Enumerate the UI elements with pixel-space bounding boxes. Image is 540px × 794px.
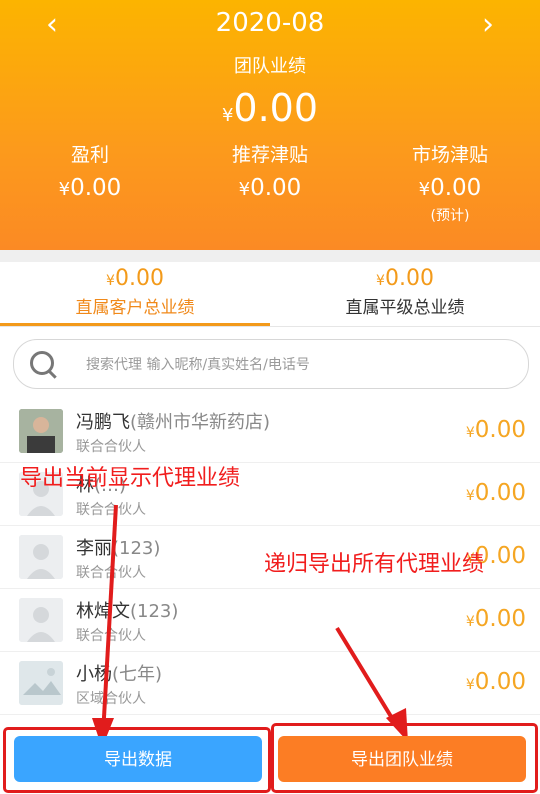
currency-symbol: ¥ <box>465 488 475 504</box>
highlight-box-export-data <box>3 727 271 793</box>
stat-label: 推荐津贴 <box>231 144 308 166</box>
stat-amount: 0.00 <box>250 175 302 201</box>
agent-name: 林焯文(123) <box>76 597 178 623</box>
avatar-photo-icon <box>19 409 63 453</box>
agent-name: 小杨(七年) <box>76 660 162 686</box>
list-item[interactable]: 冯鹏飞(赣州市华新药店) 联合合伙人 ¥0.00 <box>0 400 540 463</box>
annotation-export-recursive: 递归导出所有代理业绩 <box>264 552 485 577</box>
stat-amount: 0.00 <box>430 175 482 201</box>
tab-amount: 0.00 <box>384 266 434 291</box>
currency-symbol: ¥ <box>376 273 385 289</box>
agent-nickname: 小杨 <box>76 664 112 685</box>
search-input[interactable] <box>84 352 508 378</box>
agent-name: 李丽(123) <box>76 534 160 560</box>
default-avatar-icon <box>19 535 63 579</box>
highlight-box-export-team <box>271 723 538 793</box>
team-performance-value: ¥0.00 <box>0 86 540 130</box>
stat-value: ¥0.00 <box>0 175 180 201</box>
avatar <box>19 598 63 642</box>
list-item[interactable]: 小杨(七年) 区域合伙人 ¥0.00 <box>0 652 540 715</box>
landscape-avatar-icon <box>19 661 63 705</box>
agent-role: 联合合伙人 <box>76 565 146 581</box>
stat-label: 盈利 <box>70 144 109 166</box>
agent-amount: ¥0.00 <box>466 417 526 443</box>
search-icon <box>30 351 54 375</box>
agent-realname: (赣州市华新药店) <box>130 412 271 433</box>
agent-name: 冯鹏飞(赣州市华新药店) <box>76 408 270 434</box>
stat-amount: 0.00 <box>70 175 122 201</box>
section-divider <box>0 250 540 262</box>
avatar <box>19 535 63 579</box>
stat-referral-allowance: 推荐津贴 ¥0.00 <box>180 140 360 201</box>
agent-role: 联合合伙人 <box>76 439 146 455</box>
agent-nickname: 李丽 <box>76 538 112 559</box>
search-bar[interactable] <box>13 339 529 389</box>
active-tab-indicator <box>0 323 270 326</box>
agent-nickname: 林焯文 <box>76 601 130 622</box>
avatar <box>19 661 63 705</box>
agent-amount: ¥0.00 <box>466 480 526 506</box>
agent-amount: ¥0.00 <box>466 669 526 695</box>
stat-market-allowance: 市场津贴 ¥0.00 (预计) <box>360 140 540 225</box>
currency-symbol: ¥ <box>465 677 475 693</box>
agent-role: 联合合伙人 <box>76 502 146 518</box>
performance-tabs: ¥0.00 直属客户总业绩 ¥0.00 直属平级总业绩 <box>0 262 540 327</box>
tab-value: ¥0.00 <box>0 266 270 291</box>
team-performance-label: 团队业绩 <box>234 56 306 77</box>
avatar <box>19 409 63 453</box>
stat-note: (预计) <box>430 208 470 224</box>
tab-direct-customers[interactable]: ¥0.00 直属客户总业绩 <box>0 262 270 326</box>
amount-value: 0.00 <box>474 480 526 506</box>
currency-symbol: ¥ <box>418 179 431 200</box>
currency-symbol: ¥ <box>238 179 251 200</box>
default-avatar-icon <box>19 598 63 642</box>
currency-symbol: ¥ <box>465 614 475 630</box>
tab-value: ¥0.00 <box>270 266 540 291</box>
tab-label: 直属客户总业绩 <box>75 298 195 318</box>
stat-label: 市场津贴 <box>411 144 488 166</box>
agent-role: 区域合伙人 <box>76 691 146 707</box>
team-value-amount: 0.00 <box>233 86 319 130</box>
currency-symbol: ¥ <box>465 425 475 441</box>
tab-label: 直属平级总业绩 <box>345 298 465 318</box>
currency-symbol: ¥ <box>58 179 71 200</box>
tab-direct-peers[interactable]: ¥0.00 直属平级总业绩 <box>270 262 540 326</box>
stat-profit: 盈利 ¥0.00 <box>0 140 180 201</box>
summary-header: ‹ › 2020-08 团队业绩 ¥0.00 盈利 ¥0.00 推荐津贴 ¥0.… <box>0 0 540 250</box>
amount-value: 0.00 <box>474 606 526 632</box>
stat-value: ¥0.00 <box>180 175 360 201</box>
list-item[interactable]: 林焯文(123) 联合合伙人 ¥0.00 <box>0 589 540 652</box>
agent-realname: (123) <box>112 538 161 559</box>
currency-symbol: ¥ <box>221 105 234 126</box>
annotation-export-current: 导出当前显示代理业绩 <box>20 466 241 491</box>
agent-amount: ¥0.00 <box>466 606 526 632</box>
amount-value: 0.00 <box>474 417 526 443</box>
amount-value: 0.00 <box>474 669 526 695</box>
currency-symbol: ¥ <box>106 273 115 289</box>
agent-realname: (七年) <box>112 664 163 685</box>
stat-value: ¥0.00 <box>360 175 540 201</box>
agent-realname: (123) <box>130 601 179 622</box>
agent-role: 联合合伙人 <box>76 628 146 644</box>
tab-amount: 0.00 <box>114 266 164 291</box>
agent-nickname: 冯鹏飞 <box>76 412 130 433</box>
month-label: 2020-08 <box>215 8 325 38</box>
